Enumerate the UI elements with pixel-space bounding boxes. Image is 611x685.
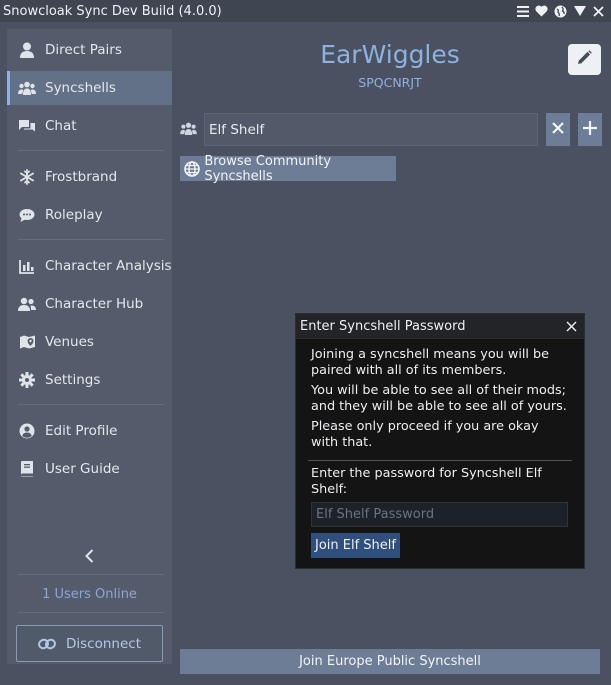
sidebar-item-chat[interactable]: Chat [7, 109, 172, 143]
globe-icon [183, 160, 200, 178]
disconnect-button[interactable]: Disconnect [16, 625, 163, 662]
sidebar-item-label: Character Hub [45, 296, 144, 312]
sidebar-divider [18, 404, 164, 405]
profile-uid: SPQCNRJT [358, 75, 422, 90]
browse-button-label: Browse Community Syncshells [204, 153, 332, 184]
sidebar-item-venues[interactable]: Venues [7, 325, 172, 359]
globe-icon[interactable] [554, 5, 567, 18]
pencil-icon [577, 50, 592, 69]
sidebar-item-direct-pairs[interactable]: Direct Pairs [7, 33, 172, 67]
link-icon [38, 635, 56, 653]
dialog-paragraph: Please only proceed if you are okay with… [311, 419, 539, 450]
sidebar-item-label: User Guide [45, 461, 120, 477]
sidebar-divider [18, 612, 164, 613]
sidebar-item-label: Settings [45, 372, 101, 388]
sidebar-item-label: Character Analysis [45, 258, 172, 274]
plus-icon [583, 120, 597, 139]
heart-icon[interactable] [535, 5, 548, 18]
sidebar-item-label: Syncshells [45, 80, 116, 96]
add-syncshell-button[interactable] [578, 113, 602, 146]
dialog-title: Enter Syncshell Password [300, 318, 466, 334]
password-prompt: Enter the password for Syncshell Elf She… [311, 466, 542, 497]
user-circle-icon [18, 422, 36, 440]
dialog-paragraph: You will be able to see all of their mod… [311, 383, 567, 414]
collapse-triangle-icon[interactable] [573, 5, 586, 18]
users-group-icon [180, 120, 197, 137]
dialog-titlebar: Enter Syncshell Password [296, 314, 584, 339]
sidebar-item-syncshells[interactable]: Syncshells [7, 71, 172, 105]
sidebar-item-label: Chat [45, 118, 77, 134]
titlebar-icons [516, 5, 605, 18]
chat-bubbles-icon [18, 117, 36, 135]
user-group-icon [18, 295, 36, 313]
sidebar-divider [18, 150, 164, 151]
sidebar-item-label: Venues [45, 334, 94, 350]
sidebar-item-settings[interactable]: Settings [7, 363, 172, 397]
syncshell-password-input[interactable]: Elf Shelf Password [311, 502, 568, 527]
join-syncshell-button[interactable]: Join Elf Shelf [311, 533, 400, 558]
sidebar-divider [18, 574, 164, 575]
window-titlebar: Snowcloak Sync Dev Build (4.0.0) [0, 0, 611, 22]
close-icon[interactable] [592, 5, 605, 18]
syncshell-password-dialog: Enter Syncshell Password Joining a syncs… [295, 313, 585, 569]
speech-bubble-icon [18, 206, 36, 224]
sidebar-divider [18, 239, 164, 240]
disconnect-button-label: Disconnect [66, 635, 141, 652]
join-europe-public-syncshell-button[interactable]: Join Europe Public Syncshell [180, 649, 600, 674]
book-icon [18, 460, 36, 478]
users-online-count: 1 Users Online [42, 587, 137, 602]
edit-profile-button[interactable] [568, 44, 601, 75]
profile-name: EarWiggles [320, 40, 460, 69]
browse-community-syncshells-button[interactable]: Browse Community Syncshells [180, 153, 396, 184]
sidebar: Direct Pairs Syncshells Chat Frostbrand … [7, 29, 172, 664]
close-icon [552, 121, 564, 138]
user-icon [18, 41, 36, 59]
dialog-paragraph: Joining a syncshell means you will be pa… [311, 347, 550, 378]
syncshell-name-input[interactable]: Elf Shelf [204, 113, 538, 146]
window-title: Snowcloak Sync Dev Build (4.0.0) [3, 3, 222, 19]
sidebar-item-frostbrand[interactable]: Frostbrand [7, 160, 172, 194]
clear-syncshell-button[interactable] [546, 113, 570, 146]
menu-icon[interactable] [516, 5, 529, 18]
sidebar-item-label: Frostbrand [45, 169, 118, 185]
sidebar-item-user-guide[interactable]: User Guide [7, 452, 172, 486]
chevron-left-icon[interactable] [82, 546, 96, 566]
users-group-icon [18, 79, 36, 97]
gear-icon [18, 371, 36, 389]
bar-chart-icon [18, 257, 36, 275]
sidebar-item-label: Edit Profile [45, 423, 118, 439]
dialog-divider [308, 460, 572, 461]
sidebar-item-roleplay[interactable]: Roleplay [7, 198, 172, 232]
sidebar-item-edit-profile[interactable]: Edit Profile [7, 414, 172, 448]
sidebar-item-character-analysis[interactable]: Character Analysis [7, 249, 172, 283]
map-marker-icon [18, 333, 36, 351]
sidebar-item-label: Roleplay [45, 207, 103, 223]
sidebar-item-character-hub[interactable]: Character Hub [7, 287, 172, 321]
snowflake-icon [18, 168, 36, 186]
sidebar-item-label: Direct Pairs [45, 42, 122, 58]
dialog-body: Joining a syncshell means you will be pa… [296, 339, 584, 558]
close-icon[interactable] [564, 319, 578, 333]
